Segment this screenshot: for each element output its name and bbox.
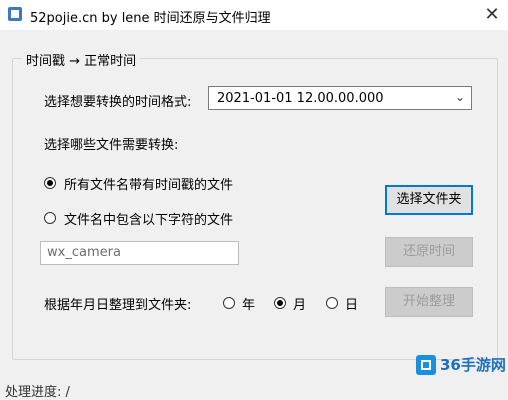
app-icon — [8, 7, 22, 21]
chevron-down-icon: ⌄ — [454, 90, 465, 104]
title-bar: 52pojie.cn by lene 时间还原与文件归理 ✕ — [0, 0, 508, 30]
status-bar: 处理进度: / — [0, 379, 508, 400]
select-folder-button[interactable]: 选择文件夹 — [385, 185, 473, 215]
start-organize-button[interactable]: 开始整理 — [385, 287, 473, 317]
close-icon[interactable]: ✕ — [476, 0, 508, 30]
radio-contains-label[interactable]: 文件名中包含以下字符的文件 — [64, 209, 233, 228]
filter-input[interactable]: wx_camera — [40, 241, 239, 265]
radio-day[interactable] — [326, 297, 338, 309]
group-legend: 时间戳 → 正常时间 — [22, 50, 141, 69]
window-title: 52pojie.cn by lene 时间还原与文件归理 — [30, 11, 271, 26]
radio-all-files-label[interactable]: 所有文件名带有时间戳的文件 — [64, 174, 233, 193]
watermark-logo: 36手游网 — [416, 352, 506, 378]
restore-time-button[interactable]: 还原时间 — [385, 237, 473, 267]
organize-label: 根据年月日整理到文件夹: — [44, 298, 192, 313]
radio-month-label[interactable]: 月 — [293, 294, 306, 313]
watermark-text: 36手游网 — [440, 356, 506, 374]
radio-year-label[interactable]: 年 — [242, 294, 255, 313]
time-format-value: 2021-01-01 12.00.00.000 — [217, 91, 384, 106]
progress-status: 处理进度: / — [5, 385, 70, 400]
format-label: 选择想要转换的时间格式: — [44, 95, 192, 110]
time-format-select[interactable]: 2021-01-01 12.00.00.000 ⌄ — [208, 86, 472, 110]
watermark-icon — [416, 355, 436, 375]
radio-contains[interactable] — [44, 212, 56, 224]
radio-month[interactable] — [274, 297, 286, 309]
files-label: 选择哪些文件需要转换: — [44, 138, 179, 153]
radio-year[interactable] — [223, 297, 235, 309]
radio-all-files[interactable] — [44, 177, 56, 189]
radio-day-label[interactable]: 日 — [345, 294, 358, 313]
